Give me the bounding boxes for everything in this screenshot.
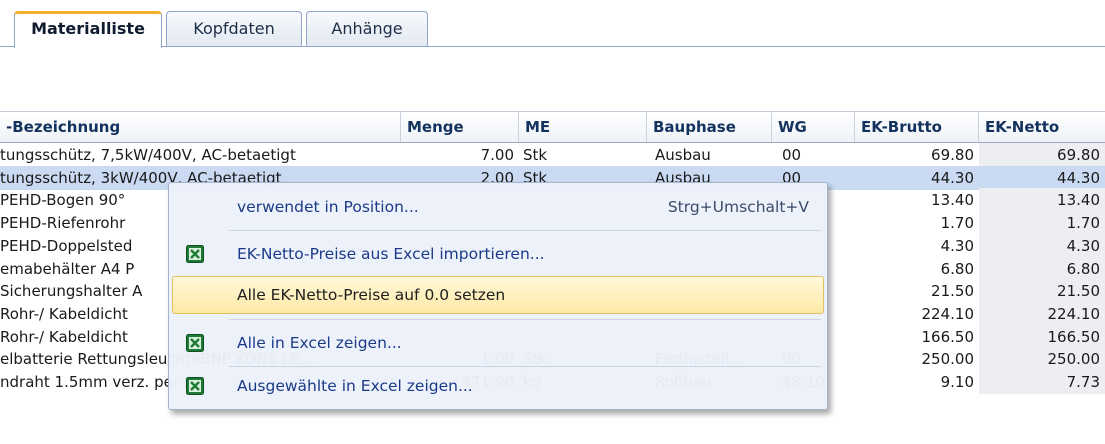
context-menu: verwendet in Position... Strg+Umschalt+V… (168, 182, 828, 410)
menu-item-label: Alle EK-Netto-Preise auf 0.0 setzen (237, 286, 506, 304)
col-header-bezeichnung[interactable]: -Bezeichnung (0, 112, 401, 142)
cell-netto: 224.10 (979, 301, 1105, 326)
menu-item-label: Ausgewählte in Excel zeigen... (237, 377, 473, 395)
cell-brutto: 9.10 (940, 373, 974, 391)
cell-netto: 7.73 (979, 370, 1105, 394)
cell-brutto: 44.30 (931, 168, 974, 187)
col-header-ek-brutto[interactable]: EK-Brutto (855, 112, 979, 142)
col-header-ek-netto[interactable]: EK-Netto (979, 112, 1105, 142)
cell-brutto: 69.80 (931, 146, 974, 164)
excel-icon (186, 245, 204, 263)
cell-brutto: 1.70 (940, 214, 974, 233)
cell-bez: tungsschütz, 7,5kW/400V, AC-betaetigt (0, 146, 296, 164)
excel-icon (186, 377, 204, 395)
cell-brutto: 250.00 (921, 350, 975, 369)
cell-netto: 250.00 (979, 347, 1105, 372)
col-header-wg[interactable]: WG (772, 112, 855, 142)
menu-item-verwendet-in-position[interactable]: verwendet in Position... Strg+Umschalt+V (172, 188, 824, 226)
menu-item-ausgewaehlte-in-excel[interactable]: Ausgewählte in Excel zeigen... (172, 367, 824, 405)
cell-brutto: 166.50 (921, 327, 975, 346)
tab-strip: Materialliste Kopfdaten Anhänge (0, 0, 1105, 48)
tab-anhaenge[interactable]: Anhänge (306, 11, 428, 46)
col-header-me[interactable]: ME (519, 112, 647, 142)
menu-item-excel-import[interactable]: EK-Netto-Preise aus Excel importieren... (172, 235, 824, 273)
cell-me: Stk (523, 146, 548, 164)
cell-netto: 1.70 (979, 211, 1105, 236)
col-header-menge[interactable]: Menge (401, 112, 519, 142)
cell-wg: 00 (782, 146, 802, 164)
cell-brutto: 13.40 (931, 191, 974, 210)
menu-item-alle-in-excel[interactable]: Alle in Excel zeigen... (172, 324, 824, 362)
cell-netto: 21.50 (979, 279, 1105, 304)
menu-separator (229, 319, 821, 320)
cell-brutto: 6.80 (940, 259, 974, 278)
col-header-bauphase[interactable]: Bauphase (647, 112, 772, 142)
menu-separator (229, 230, 821, 231)
cell-brutto: 224.10 (921, 304, 975, 323)
cell-bauphase: Ausbau (655, 146, 711, 164)
cell-netto: 69.80 (979, 143, 1105, 167)
excel-icon (186, 334, 204, 352)
grid-header: -Bezeichnung Menge ME Bauphase WG EK-Bru… (0, 111, 1105, 143)
menu-item-label: verwendet in Position... (237, 198, 419, 216)
tab-materialliste[interactable]: Materialliste (14, 11, 162, 48)
table-row[interactable]: tungsschütz, 7,5kW/400V, AC-betaetigt 7.0… (0, 143, 1105, 167)
cell-netto: 13.40 (979, 188, 1105, 213)
tab-strip-line (0, 46, 1105, 47)
cell-brutto: 4.30 (940, 236, 974, 255)
menu-item-label: Alle in Excel zeigen... (237, 334, 402, 352)
menu-item-label: EK-Netto-Preise aus Excel importieren... (237, 245, 545, 263)
tab-kopfdaten[interactable]: Kopfdaten (166, 11, 302, 46)
cell-netto: 6.80 (979, 256, 1105, 281)
menu-item-alle-preise-null[interactable]: Alle EK-Netto-Preise auf 0.0 setzen (172, 276, 824, 314)
cell-menge: 7.00 (480, 146, 514, 164)
menu-item-shortcut: Strg+Umschalt+V (667, 198, 809, 216)
cell-netto: 166.50 (979, 324, 1105, 349)
cell-netto: 44.30 (979, 165, 1105, 190)
cell-netto: 4.30 (979, 233, 1105, 258)
cell-brutto: 21.50 (931, 282, 974, 301)
